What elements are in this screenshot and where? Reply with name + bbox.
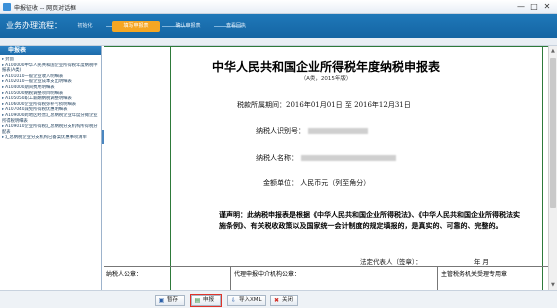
date-suffix: 年 月 bbox=[473, 258, 489, 266]
tax-period-to-word: 至 bbox=[344, 101, 352, 109]
sidebar-item-a109010[interactable]: A109010企业所得税汇总纳税分支机构所得税分配表 bbox=[2, 124, 100, 135]
window-titlebar: 申报征收 -- 网页对话框 — □ ✕ bbox=[0, 0, 557, 14]
window-close-button[interactable]: ✕ bbox=[541, 2, 553, 12]
form-list: 封面 A100000中华人民共和国企业所得税年度纳税申报表(A类) A10101… bbox=[0, 55, 101, 141]
submit-declaration-button[interactable]: ▤ 申报 bbox=[190, 294, 222, 307]
sidebar-item-a109000[interactable]: A109000跨地区经营汇总纳税企业年度分摊企业所得税明细表 bbox=[2, 113, 100, 124]
scroll-down-icon[interactable]: ▼ bbox=[551, 282, 555, 288]
minimize-button[interactable]: — bbox=[515, 2, 527, 12]
declaration-text: 谨声明：此纳税申报表是根据《中华人民共和国企业所得税法》、《中华人民共和国企业所… bbox=[219, 210, 520, 230]
form-list-sidebar: 申报表 封面 A100000中华人民共和国企业所得税年度纳税申报表(A类) A1… bbox=[0, 46, 102, 290]
taxpayer-id-redacted bbox=[308, 128, 368, 134]
currency-label: 金额单位： bbox=[263, 179, 298, 187]
sidebar-title: 申报表 bbox=[0, 46, 101, 55]
signature-table-top bbox=[104, 266, 548, 267]
taxpayer-id-label: 纳税人识别号： bbox=[256, 127, 305, 135]
document-title: 中华人民共和国企业所得税年度纳税申报表 bbox=[211, 60, 440, 74]
signature-table-divider bbox=[437, 266, 438, 290]
currency-row: 金额单位： 人民币元（列至角分） bbox=[263, 178, 370, 188]
close-label: 关闭 bbox=[282, 297, 294, 303]
scroll-up-icon[interactable]: ▲ bbox=[551, 48, 555, 54]
scrollbar-thumb[interactable] bbox=[550, 58, 556, 208]
flow-label: 业务办理流程： bbox=[6, 21, 62, 30]
legal-rep-label: 法定代表人（签章）： bbox=[360, 258, 422, 266]
form-border-left bbox=[170, 46, 171, 290]
maximize-button[interactable]: □ bbox=[528, 2, 540, 12]
taxpayer-name-label: 纳税人名称： bbox=[256, 154, 298, 162]
import-xml-label: 导入XML bbox=[239, 297, 262, 303]
tax-office-seal-label: 主管税务机关受理专用章 bbox=[441, 271, 508, 278]
taxpayer-id-row: 纳税人识别号： bbox=[256, 126, 368, 136]
tax-period-from: 2016年01月01日 bbox=[286, 101, 343, 109]
step-fill-form[interactable]: 填写申报表 bbox=[112, 21, 160, 32]
tax-period-to: 2016年12月31日 bbox=[354, 101, 411, 109]
signature-table-divider bbox=[230, 266, 231, 290]
form-border-right bbox=[542, 46, 543, 290]
tax-period-row: 税款所属期间：2016年01月01日 至 2016年12月31日 bbox=[237, 100, 411, 110]
taxpayer-name-row: 纳税人名称： bbox=[256, 153, 396, 163]
close-button[interactable]: ✖ 关闭 bbox=[270, 295, 298, 306]
save-icon: ▣ bbox=[158, 297, 165, 304]
toolstrip bbox=[0, 38, 557, 46]
submit-declaration-label: 申报 bbox=[203, 297, 215, 303]
save-draft-label: 暂存 bbox=[167, 297, 179, 303]
agent-seal-label: 代理申报中介机构公章： bbox=[234, 271, 301, 278]
app-icon bbox=[3, 3, 11, 11]
close-icon: ✖ bbox=[273, 297, 280, 304]
import-icon: ⇩ bbox=[230, 297, 237, 304]
legal-rep-row: 法定代表人（签章）： 年 月 bbox=[360, 256, 489, 266]
step-confirm-form[interactable]: 确认申报表 bbox=[164, 21, 212, 32]
sidebar-item-a100000[interactable]: A100000中华人民共和国企业所得税年度纳税申报表(A类) bbox=[2, 63, 100, 74]
taxpayer-seal-label: 纳税人公章： bbox=[106, 271, 143, 278]
taxpayer-name-redacted bbox=[301, 155, 396, 161]
step-view-receipt[interactable]: 查看回执 bbox=[216, 21, 256, 32]
window-title: 申报征收 -- 网页对话框 bbox=[14, 5, 77, 12]
import-xml-button[interactable]: ⇩ 导入XML bbox=[227, 295, 266, 306]
action-bar: ▣ 暂存 ▤ 申报 ⇩ 导入XML ✖ 关闭 bbox=[0, 290, 557, 308]
submit-icon: ▤ bbox=[194, 297, 201, 304]
save-draft-button[interactable]: ▣ 暂存 bbox=[155, 295, 185, 306]
document-subtitle: （A类，2015年版） bbox=[300, 76, 352, 82]
process-stepbar: 业务办理流程： 初始化 填写申报表 确认申报表 查看回执 bbox=[0, 14, 557, 38]
sidebar-item-branch-list[interactable]: 汇总纳税企业分支机构已备案优惠事项清单 bbox=[2, 135, 100, 141]
vertical-scrollbar[interactable]: ▲ ▼ bbox=[548, 46, 557, 290]
tax-period-label: 税款所属期间： bbox=[237, 101, 286, 109]
step-initialize[interactable]: 初始化 bbox=[66, 21, 104, 32]
currency-value: 人民币元（列至角分） bbox=[300, 179, 371, 187]
tax-form-document: 中华人民共和国企业所得税年度纳税申报表 （A类，2015年版） 税款所属期间：2… bbox=[104, 46, 548, 290]
